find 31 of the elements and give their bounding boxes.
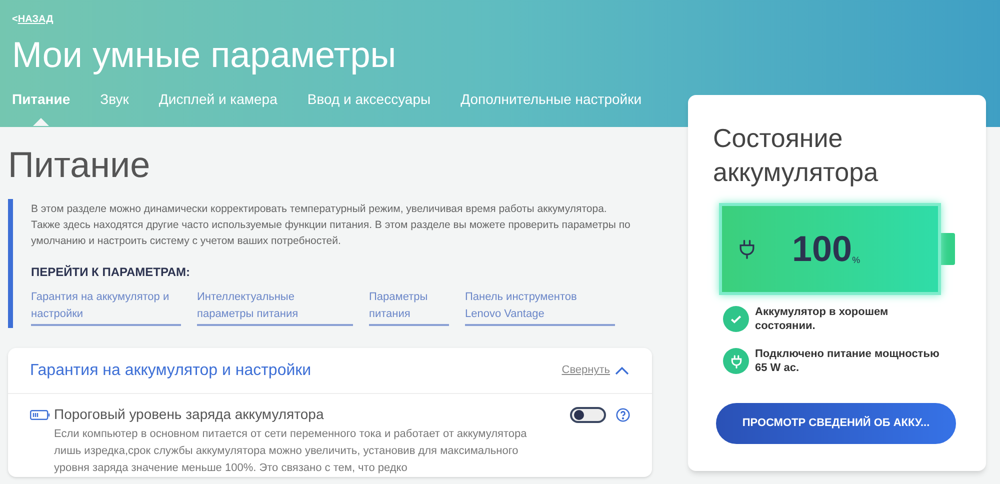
collapse-button[interactable]: Свернуть bbox=[562, 362, 630, 379]
status-text: Аккумулятор в хорошем состоянии. bbox=[755, 305, 890, 333]
tab[interactable]: Ввод и аксессуары bbox=[307, 89, 431, 126]
page-title: Мои умные параметры bbox=[12, 33, 398, 77]
battery-icon bbox=[30, 410, 50, 420]
battery-percent: 100 bbox=[792, 231, 852, 267]
settings-link[interactable]: Интеллектуальные параметры питания bbox=[197, 289, 353, 326]
settings-link[interactable]: Гарантия на аккумулятор и настройки bbox=[31, 289, 181, 326]
toggle-switch[interactable] bbox=[570, 406, 606, 422]
battery-details-button[interactable]: ПРОСМОТР СВЕДЕНИЙ ОБ АККУ... bbox=[716, 403, 956, 444]
back-arrow: < bbox=[12, 13, 18, 27]
settings-link[interactable]: Панель инструментов Lenovo Vantage bbox=[465, 289, 615, 326]
setting-title: Пороговый уровень заряда аккумулятора bbox=[54, 405, 324, 424]
battery-tip bbox=[941, 233, 955, 265]
section-description: В этом разделе можно динамически корректировать температурный режим, увеличивая время работы аккумулятора. Также здесь находятся другие часто используемые функции питания. В этом разделе вы можете проверить параметры по умолчанию и настроить систему с учетом ваших потребностей. bbox=[31, 202, 631, 249]
plug-icon bbox=[723, 348, 749, 374]
tab[interactable]: Питание bbox=[12, 89, 70, 126]
percent-unit: % bbox=[852, 254, 860, 266]
tab[interactable]: Звук bbox=[100, 89, 129, 126]
setting-description: Если компьютер в основном питается от сети переменного тока и работает от аккумулятора лишь изредка,срок службы аккумулятора можно увеличить, установив для максимального уровня заряда значение меньше 100%. Это связано с тем, что редко bbox=[54, 427, 528, 476]
back-link[interactable]: НАЗАД bbox=[18, 12, 54, 27]
check-icon bbox=[723, 306, 749, 332]
help-icon bbox=[616, 408, 630, 422]
card-title: Состояние аккумулятора bbox=[713, 122, 880, 189]
section-title: Питание bbox=[8, 143, 152, 187]
tab[interactable]: Дополнительные настройки bbox=[460, 89, 642, 126]
tab[interactable]: Дисплей и камера bbox=[158, 89, 278, 126]
panel-title: Гарантия на аккумулятор и настройки bbox=[30, 360, 312, 380]
status-text: Подключено питание мощностью 65 W ac. bbox=[755, 347, 940, 375]
goto-heading: ПЕРЕЙТИ К ПАРАМЕТРАМ: bbox=[31, 264, 192, 281]
settings-link[interactable]: Параметры питания bbox=[369, 289, 449, 326]
